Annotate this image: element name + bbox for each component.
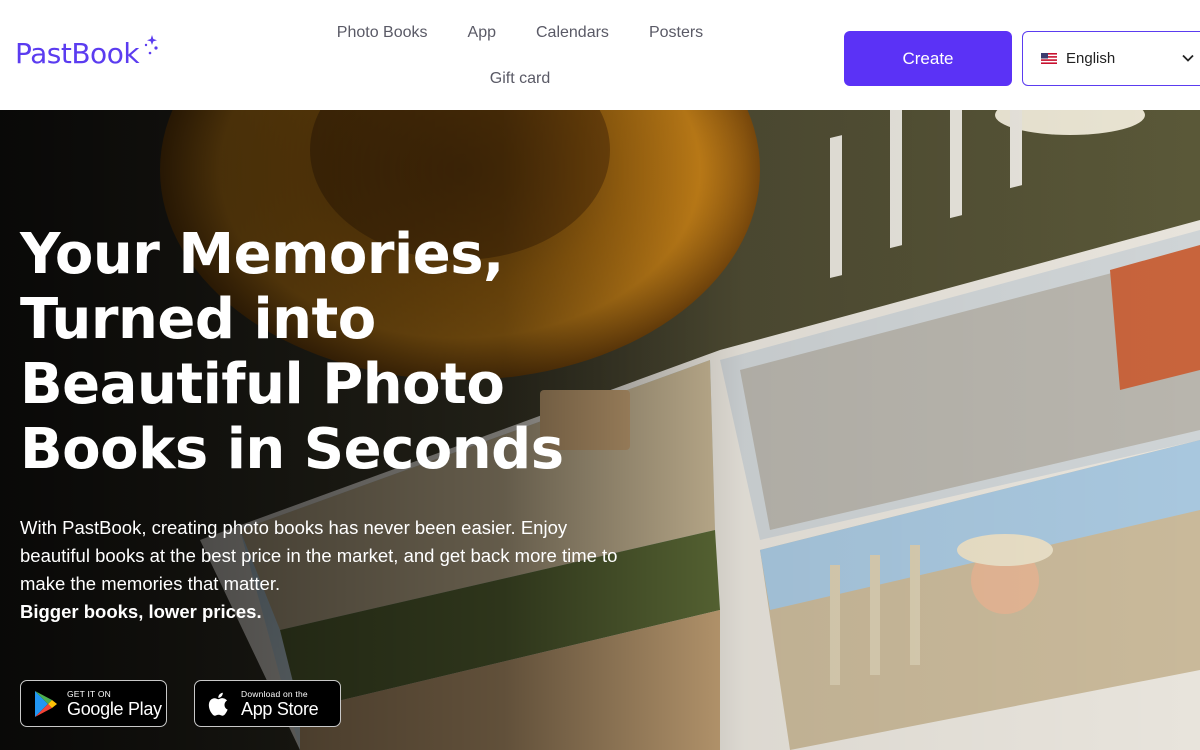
language-select[interactable]: English: [1022, 31, 1200, 86]
logo-text: PastBook: [15, 37, 140, 70]
google-badge-big-text: Google Play: [67, 698, 162, 719]
hero-title: Your Memories, Turned into Beautiful Pho…: [20, 222, 564, 482]
nav-calendars[interactable]: Calendars: [516, 18, 629, 48]
hero-section: Your Memories, Turned into Beautiful Pho…: [0, 110, 1200, 750]
create-button[interactable]: Create: [844, 31, 1012, 86]
apple-badge-big-text: App Store: [241, 698, 319, 719]
sparkle-icon: [144, 35, 158, 55]
language-label: English: [1066, 50, 1116, 67]
site-header: PastBook Photo Books App Calendars Poste…: [0, 0, 1200, 110]
main-nav: Photo Books App Calendars Posters Gift c…: [300, 18, 740, 94]
apple-badge-small-text: Download on the: [241, 688, 308, 699]
pastbook-logo[interactable]: PastBook: [15, 34, 160, 74]
app-store-badge[interactable]: Download on the App Store: [194, 680, 341, 727]
hero-tagline: Bigger books, lower prices.: [20, 601, 262, 622]
google-badge-small-text: GET IT ON: [67, 688, 111, 699]
nav-gift-card[interactable]: Gift card: [470, 64, 570, 94]
google-play-badge[interactable]: GET IT ON Google Play: [20, 680, 167, 727]
apple-icon: [208, 692, 228, 716]
nav-app[interactable]: App: [448, 18, 516, 48]
us-flag-icon: [1041, 53, 1057, 64]
hero-description: With PastBook, creating photo books has …: [20, 514, 640, 626]
nav-photo-books[interactable]: Photo Books: [317, 18, 448, 48]
hero-description-text: With PastBook, creating photo books has …: [20, 517, 618, 594]
nav-posters[interactable]: Posters: [629, 18, 723, 48]
google-play-icon: [35, 690, 57, 717]
chevron-down-icon: [1182, 54, 1194, 62]
